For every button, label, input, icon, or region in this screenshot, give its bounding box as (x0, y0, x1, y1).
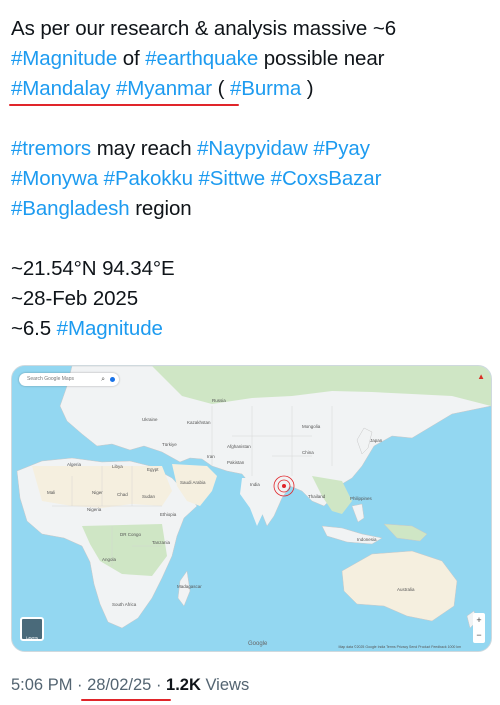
map-label-madagascar: Madagascar (177, 584, 202, 589)
tweet-date[interactable]: 28/02/25 (81, 676, 172, 701)
map-label-ethiopia: Ethiopia (160, 512, 177, 517)
map-label-egypt: Egypt (147, 467, 159, 472)
tweet-line-7: #Bangladesh region (11, 194, 491, 224)
map-label-thailand: Thailand (308, 494, 326, 499)
date-red-underline (81, 699, 172, 701)
tweet-meta: 5:06 PM · 28/02/25 · 1.2K Views (11, 676, 250, 701)
hashtag-pyay[interactable]: #Pyay (313, 137, 370, 160)
tweet-line-3: #Mandalay #Myanmar ( #Burma ) (9, 74, 491, 106)
red-underline-annotation (9, 104, 239, 106)
map-label-turkey: Türkiye (162, 442, 177, 447)
world-map: Russia Kazakhstan Mongolia China India I… (12, 366, 491, 651)
map-label-sudan: Sudan (142, 494, 156, 499)
tweet-text-of: of (117, 47, 146, 70)
map-label-ukraine: Ukraine (142, 417, 158, 422)
map-search-placeholder: Search Google Maps (27, 376, 74, 382)
views-label: Views (200, 676, 250, 694)
tweet-text-possible: possible near (258, 47, 385, 70)
map-image[interactable]: Russia Kazakhstan Mongolia China India I… (11, 365, 492, 652)
google-logo: Google (248, 641, 268, 647)
tweet-line-1: As per our research & analysis massive ~… (11, 14, 491, 44)
hashtag-magnitude[interactable]: #Magnitude (11, 47, 117, 70)
meta-separator-2: · (151, 676, 167, 694)
tweet-text-region: region (129, 197, 192, 220)
map-search-input[interactable]: Search Google Maps ⌕ (19, 373, 119, 386)
tweet-text-may-reach: may reach (91, 137, 198, 160)
map-label-mongolia: Mongolia (302, 424, 321, 429)
meta-separator: · (72, 676, 88, 694)
tweet-line-2: #Magnitude of #earthquake possible near (11, 44, 491, 74)
pegman-icon[interactable]: ▲ (477, 372, 485, 381)
map-label-russia: Russia (212, 398, 226, 403)
tweet-text: As per our research & analysis massive ~… (9, 14, 491, 344)
search-icon[interactable]: ⌕ (101, 373, 105, 386)
map-label-algeria: Algeria (67, 462, 82, 467)
tweet-magnitude: ~6.5 #Magnitude (11, 314, 491, 344)
map-label-mali: Mali (47, 490, 55, 495)
map-label-china: China (302, 450, 314, 455)
hashtag-pakokku[interactable]: #Pakokku (104, 167, 193, 190)
map-label-libya: Libya (112, 464, 123, 469)
hashtag-tremors[interactable]: #tremors (11, 137, 91, 160)
hashtag-sittwe[interactable]: #Sittwe (199, 167, 266, 190)
magnitude-value: ~6.5 (11, 317, 57, 340)
map-label-saudi: Saudi Arabia (180, 480, 206, 485)
tweet-line-6: #Monywa #Pakokku #Sittwe #CoxsBazar (11, 164, 491, 194)
tweet-time[interactable]: 5:06 PM (11, 676, 72, 694)
hashtag-coxsbazar[interactable]: #CoxsBazar (271, 167, 382, 190)
map-label-afghanistan: Afghanistan (227, 444, 251, 449)
map-label-chad: Chad (117, 492, 128, 497)
hashtag-magnitude-2[interactable]: #Magnitude (57, 317, 163, 340)
map-label-drc: DR Congo (120, 532, 142, 537)
hashtag-earthquake[interactable]: #earthquake (145, 47, 258, 70)
tweet-text-line: As per our research & analysis massive ~… (11, 17, 396, 40)
hashtag-myanmar[interactable]: #Myanmar (116, 77, 212, 100)
map-label-kazakhstan: Kazakhstan (187, 420, 211, 425)
paren-close: ) (301, 77, 314, 100)
zoom-out-icon[interactable]: − (473, 628, 485, 643)
zoom-controls[interactable]: + − (473, 613, 485, 643)
map-label-pakistan: Pakistan (227, 460, 245, 465)
tweet-forecast-date: ~28-Feb 2025 (11, 284, 491, 314)
map-label-iran: Iran (207, 454, 215, 459)
views-count: 1.2K (166, 676, 201, 694)
hashtag-naypyidaw[interactable]: #Naypyidaw (197, 137, 308, 160)
tweet-date-text: 28/02/25 (87, 676, 152, 694)
zoom-in-icon[interactable]: + (473, 613, 485, 628)
map-label-japan: Japan (370, 438, 383, 443)
hashtag-bangladesh[interactable]: #Bangladesh (11, 197, 130, 220)
map-footer: Map data ©2025 Google India Terms Privac… (338, 645, 461, 649)
map-label-tanzania: Tanzania (152, 540, 171, 545)
map-label-niger: Niger (92, 490, 103, 495)
map-label-south-africa: South Africa (112, 602, 137, 607)
hashtag-monywa[interactable]: #Monywa (11, 167, 98, 190)
hashtag-mandalay[interactable]: #Mandalay (11, 77, 110, 100)
map-label-australia: Australia (397, 587, 415, 592)
map-label-angola: Angola (102, 557, 117, 562)
coordinates-text: ~21.54°N 94.34°E (11, 257, 175, 280)
layers-label: Layers (25, 635, 38, 640)
map-label-philippines: Philippines (350, 496, 373, 501)
forecast-date-text: ~28-Feb 2025 (11, 287, 139, 310)
map-label-india: India (250, 482, 260, 487)
tweet-coordinates: ~21.54°N 94.34°E (11, 254, 491, 284)
paren-open: ( (212, 77, 230, 100)
tweet-line-5: #tremors may reach #Naypyidaw #Pyay (11, 134, 491, 164)
map-label-indonesia: Indonesia (357, 537, 377, 542)
map-label-nigeria: Nigeria (87, 507, 102, 512)
directions-icon[interactable] (110, 377, 115, 382)
hashtag-burma[interactable]: #Burma (230, 77, 301, 100)
layers-button[interactable]: Layers (20, 617, 44, 641)
